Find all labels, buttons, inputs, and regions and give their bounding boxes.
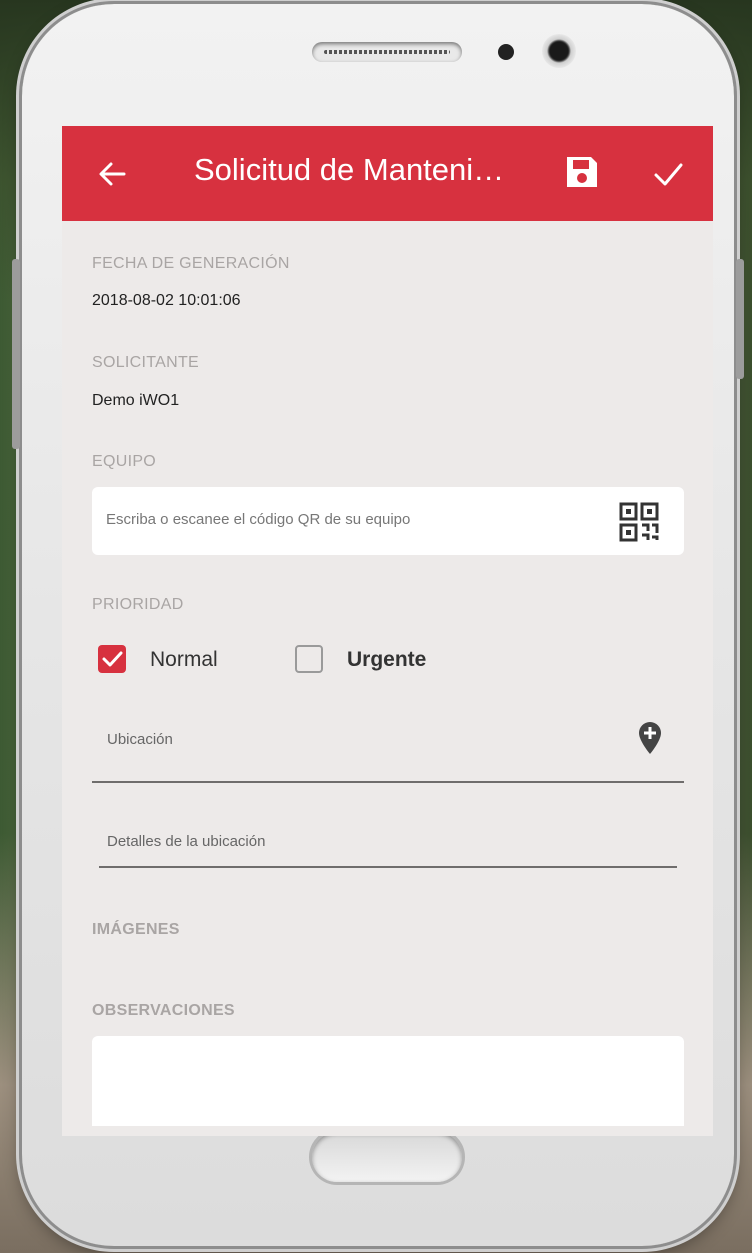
checkmark-icon	[102, 651, 123, 667]
ubicacion-placeholder: Ubicación	[107, 731, 173, 748]
urgente-checkbox[interactable]	[295, 645, 323, 673]
prioridad-label: PRIORIDAD	[92, 596, 184, 613]
normal-checkbox[interactable]	[98, 645, 126, 673]
imagenes-label: IMÁGENES	[92, 921, 180, 938]
proximity-sensor	[498, 44, 514, 60]
ubicacion-field[interactable]: Ubicación	[92, 706, 684, 783]
home-button[interactable]	[312, 1132, 462, 1182]
fecha-value: 2018-08-02 10:01:06	[92, 292, 241, 309]
qr-code-icon[interactable]	[618, 501, 660, 543]
arrow-left-icon[interactable]	[92, 154, 132, 194]
check-icon[interactable]	[648, 154, 688, 194]
solicitante-label: SOLICITANTE	[92, 354, 200, 371]
detalles-ubicacion-field[interactable]: Detalles de la ubicación	[99, 806, 677, 868]
fecha-label: FECHA DE GENERACIÓN	[92, 255, 290, 272]
observaciones-label: OBSERVACIONES	[92, 1002, 235, 1019]
equipo-input[interactable]: Escriba o escanee el código QR de su equ…	[92, 487, 684, 555]
equipo-label: EQUIPO	[92, 453, 157, 470]
floppy-save-icon[interactable]	[562, 152, 602, 192]
front-camera	[542, 34, 576, 68]
add-location-icon[interactable]	[637, 721, 663, 755]
equipo-placeholder: Escriba o escanee el código QR de su equ…	[106, 511, 411, 528]
power-button	[736, 259, 744, 379]
app-screen: Solicitud de Manteni… FECHA DE GENERACIÓ…	[62, 126, 713, 1136]
observaciones-textarea[interactable]	[92, 1036, 684, 1126]
solicitante-value: Demo iWO1	[92, 392, 180, 409]
detalles-placeholder: Detalles de la ubicación	[107, 833, 266, 850]
volume-button	[12, 259, 20, 449]
urgente-label[interactable]: Urgente	[347, 648, 426, 672]
earpiece-speaker	[312, 42, 462, 62]
app-bar: Solicitud de Manteni…	[62, 126, 713, 221]
page-title: Solicitud de Manteni…	[194, 152, 505, 187]
normal-label[interactable]: Normal	[150, 648, 218, 672]
